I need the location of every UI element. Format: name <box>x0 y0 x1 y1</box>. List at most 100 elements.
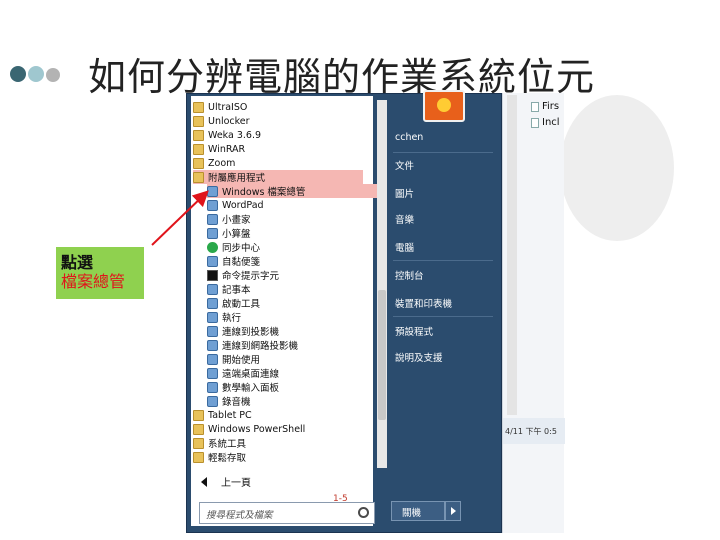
start-menu-link[interactable]: 說明及支援 <box>395 350 443 364</box>
program-item[interactable]: Weka 3.6.9 <box>193 128 363 142</box>
file-name: Incl <box>542 117 560 128</box>
folder-icon <box>193 101 204 113</box>
program-label: 錄音機 <box>222 397 251 408</box>
program-item[interactable]: 輕鬆存取 <box>193 450 363 464</box>
program-label: 自黏便箋 <box>222 257 261 268</box>
app-icon <box>207 367 218 379</box>
program-item[interactable]: 執行 <box>207 310 377 324</box>
program-label: Weka 3.6.9 <box>208 129 262 141</box>
file-name: Firs <box>542 101 560 112</box>
scroll-thumb[interactable] <box>378 290 386 420</box>
program-item[interactable]: 系統工具 <box>193 436 363 450</box>
start-menu: 上一頁 1-5 搜尋程式及檔案 UltraISO Unlocker Weka 3.6… <box>186 90 502 533</box>
program-label: 記事本 <box>222 285 251 296</box>
explorer-file[interactable]: Firs <box>531 101 559 112</box>
start-menu-link[interactable]: 裝置和印表機 <box>395 296 452 310</box>
program-item[interactable]: 命令提示字元 <box>207 268 377 282</box>
app-icon <box>207 353 218 365</box>
program-item[interactable]: 錄音機 <box>207 394 377 408</box>
program-label: 小畫家 <box>222 215 251 226</box>
start-menu-link[interactable]: 音樂 <box>395 212 414 226</box>
shutdown-options-arrow-icon[interactable] <box>445 501 461 521</box>
start-menu-link[interactable]: 文件 <box>395 158 414 172</box>
shutdown-button[interactable]: 關機 <box>391 501 445 521</box>
folder-icon <box>193 129 204 141</box>
program-label: Zoom <box>208 157 236 169</box>
program-item[interactable]: 附屬應用程式 <box>193 170 363 184</box>
explorer-status: 4/11 下午 0:5 <box>503 418 565 444</box>
start-menu-link[interactable]: 圖片 <box>395 186 414 200</box>
programs-scrollbar[interactable] <box>377 100 387 468</box>
bullet-dot-light <box>28 66 44 82</box>
menu-divider <box>393 316 493 317</box>
program-label: 啟動工具 <box>222 299 261 310</box>
app-icon <box>207 227 218 239</box>
programs-pane: 上一頁 1-5 搜尋程式及檔案 UltraISO Unlocker Weka 3.6… <box>191 96 387 526</box>
program-item[interactable]: 連線到網路投影機 <box>207 338 377 352</box>
app-icon <box>207 199 218 211</box>
program-item[interactable]: Windows PowerShell <box>193 422 363 436</box>
program-item[interactable]: 同步中心 <box>207 240 377 254</box>
program-item[interactable]: Windows 檔案總管 <box>207 184 377 198</box>
start-menu-link[interactable]: cchen <box>395 132 423 143</box>
search-input[interactable]: 搜尋程式及檔案 <box>199 502 375 524</box>
file-icon <box>531 101 539 112</box>
program-label: 數學輸入面板 <box>222 383 280 394</box>
search-placeholder: 搜尋程式及檔案 <box>206 510 273 521</box>
app-icon <box>207 381 218 393</box>
folder-icon <box>193 409 204 421</box>
user-avatar[interactable] <box>423 90 465 122</box>
program-label: Windows 檔案總管 <box>222 187 306 198</box>
back-arrow-icon <box>201 476 207 487</box>
callout-box: 點選 檔案總管 <box>56 247 144 299</box>
explorer-file[interactable]: Incl <box>531 117 560 128</box>
program-item[interactable]: 數學輸入面板 <box>207 380 377 394</box>
program-item[interactable]: 開始使用 <box>207 352 377 366</box>
program-item[interactable]: 連線到投影機 <box>207 324 377 338</box>
program-label: 系統工具 <box>208 439 247 450</box>
explorer-scrollbar[interactable] <box>507 95 517 415</box>
explorer-window: Firs Incl 4/11 下午 0:5 <box>502 93 565 533</box>
program-label: Tablet PC <box>208 409 252 421</box>
program-item[interactable]: 記事本 <box>207 282 377 296</box>
program-label: 連線到網路投影機 <box>222 341 299 352</box>
app-icon <box>207 283 218 295</box>
program-item[interactable]: 自黏便箋 <box>207 254 377 268</box>
program-item[interactable]: Zoom <box>193 156 363 170</box>
program-label: 同步中心 <box>222 243 261 254</box>
callout-line1: 點選 <box>61 253 94 272</box>
program-item[interactable]: Tablet PC <box>193 408 363 422</box>
program-item[interactable]: UltraISO <box>193 100 363 114</box>
program-label: 遠端桌面連線 <box>222 369 280 380</box>
file-icon <box>531 117 539 128</box>
folder-icon <box>193 157 204 169</box>
start-menu-link[interactable]: 控制台 <box>395 268 424 282</box>
start-menu-link[interactable]: 電腦 <box>395 240 414 254</box>
program-label: 連線到投影機 <box>222 327 280 338</box>
program-item[interactable]: 小畫家 <box>207 212 377 226</box>
program-item[interactable]: WinRAR <box>193 142 363 156</box>
program-item[interactable]: 遠端桌面連線 <box>207 366 377 380</box>
program-label: Windows PowerShell <box>208 423 306 435</box>
program-label: WinRAR <box>208 143 246 155</box>
back-label: 上一頁 <box>221 478 251 489</box>
folder-icon <box>193 171 204 183</box>
sync-icon <box>207 241 218 253</box>
program-label: 小算盤 <box>222 229 251 240</box>
folder-icon <box>193 423 204 435</box>
program-item[interactable]: 啟動工具 <box>207 296 377 310</box>
program-label: 輕鬆存取 <box>208 453 247 464</box>
app-icon <box>207 311 218 323</box>
search-icon[interactable] <box>358 507 369 518</box>
back-button[interactable]: 上一頁 <box>201 474 251 489</box>
app-icon <box>207 213 218 225</box>
program-label: UltraISO <box>208 101 248 113</box>
folder-icon <box>193 451 204 463</box>
program-item[interactable]: 小算盤 <box>207 226 377 240</box>
terminal-icon <box>207 269 218 281</box>
program-item[interactable]: Unlocker <box>193 114 363 128</box>
program-item[interactable]: WordPad <box>207 198 377 212</box>
start-menu-link[interactable]: 預設程式 <box>395 324 433 338</box>
menu-divider <box>393 260 493 261</box>
program-label: 附屬應用程式 <box>208 173 266 184</box>
